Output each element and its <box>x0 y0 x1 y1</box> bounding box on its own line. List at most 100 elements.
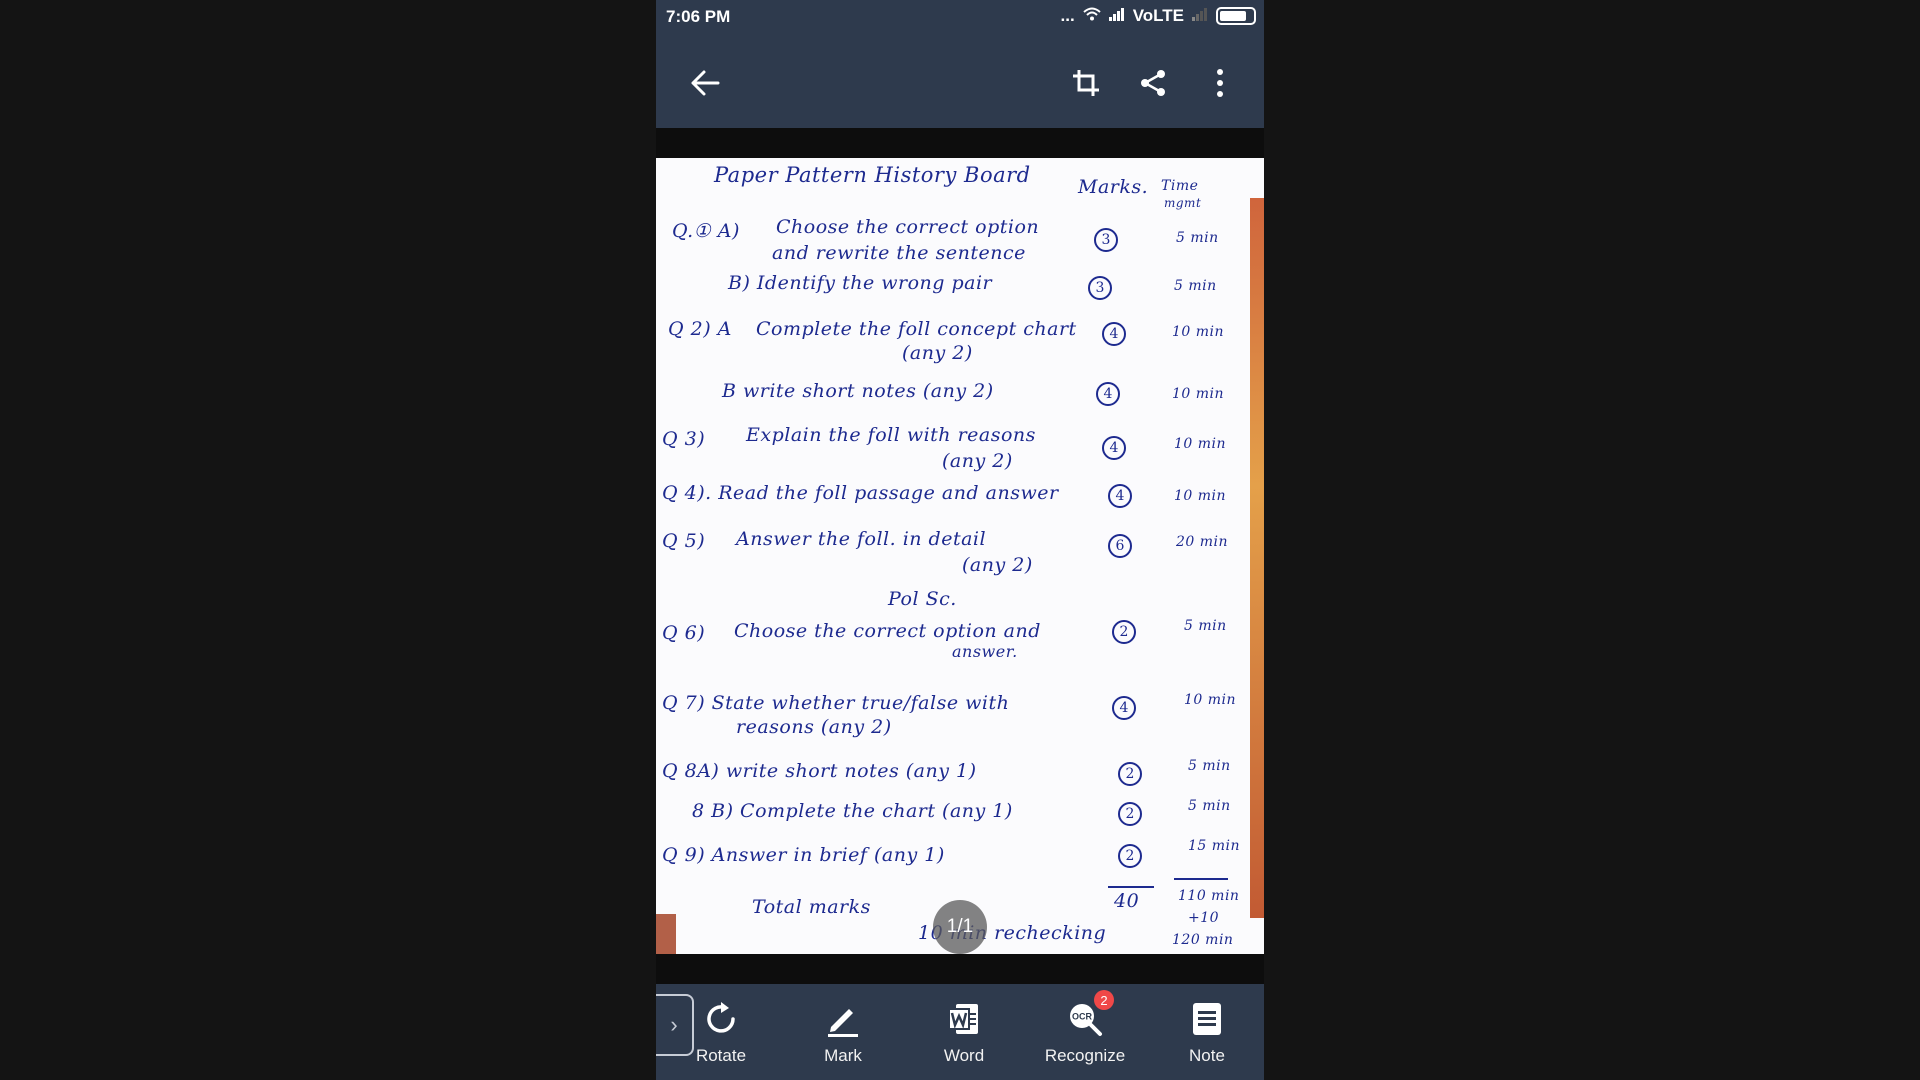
crop-icon <box>1073 70 1099 96</box>
q7-time: 10 min <box>1184 692 1237 708</box>
rechecking-plus: +10 <box>1188 910 1220 926</box>
q7-line2: reasons (any 2) <box>736 716 892 738</box>
q5-line2: (any 2) <box>962 554 1033 576</box>
note-label: Note <box>1189 1046 1225 1065</box>
rotate-label: Rotate <box>695 1046 747 1065</box>
q2a-line2: (any 2) <box>902 342 973 364</box>
header-marks: Marks. <box>1078 176 1149 198</box>
wifi-icon <box>1083 6 1101 26</box>
pol-sc-heading: Pol Sc. <box>888 588 957 610</box>
q1a-line1: Choose the correct option <box>776 216 1040 238</box>
total-time-value: 110 min <box>1178 888 1240 904</box>
mark-button[interactable]: Mark <box>798 998 888 1078</box>
q9-marks: 2 <box>1118 844 1142 868</box>
q9-time: 15 min <box>1188 838 1241 854</box>
q5-line1: Answer the foll. in detail <box>736 528 987 550</box>
word-doc-icon <box>948 1004 978 1034</box>
rotate-button[interactable]: Rotate <box>676 998 766 1078</box>
q5-number: Q 5) <box>662 530 706 552</box>
q1a-line2: and rewrite the sentence <box>772 242 1026 264</box>
total-marks-value: 40 <box>1114 890 1140 912</box>
handwritten-title: Paper Pattern History Board <box>714 163 1031 187</box>
svg-text:OCR: OCR <box>1072 1012 1093 1022</box>
arrow-left-icon <box>691 70 720 96</box>
page-indicator: 1/1 <box>933 900 987 954</box>
q9-line: Q 9) Answer in brief (any 1) <box>662 844 945 866</box>
viewer-background-bottom <box>656 954 1264 984</box>
status-icons: ... VoLTE <box>1061 6 1256 26</box>
q6-number: Q 6) <box>662 622 706 644</box>
more-options-button[interactable] <box>1197 60 1243 106</box>
q4-line: Q 4). Read the foll passage and answer <box>662 482 1059 504</box>
rotate-icon <box>707 1002 735 1033</box>
q8a-line: Q 8A) write short notes (any 1) <box>662 760 977 782</box>
q2a-number: Q 2) A <box>668 318 732 340</box>
signal-icon <box>1108 6 1125 26</box>
q7-marks: 4 <box>1112 696 1136 720</box>
q1a-time: 5 min <box>1176 230 1219 246</box>
q3-marks: 4 <box>1102 436 1126 460</box>
q8b-time: 5 min <box>1188 798 1231 814</box>
word-button[interactable]: Word <box>919 998 1009 1078</box>
q3-time: 10 min <box>1174 436 1227 452</box>
q3-line2: (any 2) <box>942 450 1013 472</box>
bottom-action-bar: › Rotate Mark Word OCR 2 Recognize Note <box>656 984 1264 1080</box>
status-bar: 7:06 PM ... VoLTE <box>656 0 1264 34</box>
q8b-line: 8 B) Complete the chart (any 1) <box>692 800 1013 822</box>
q8a-marks: 2 <box>1118 762 1142 786</box>
q1b-marks: 3 <box>1088 276 1112 300</box>
recognize-badge: 2 <box>1094 990 1114 1010</box>
total-marks-label: Total marks <box>752 896 871 918</box>
q1a-marks: 3 <box>1094 228 1118 252</box>
share-button[interactable] <box>1130 60 1176 106</box>
document-image: Paper Pattern History Board Marks. Time … <box>656 158 1264 954</box>
q1b-line: B) Identify the wrong pair <box>728 272 993 294</box>
header-time: Time <box>1161 178 1199 194</box>
recognize-label: Recognize <box>1044 1046 1126 1065</box>
signal-weak-icon <box>1192 6 1208 26</box>
q2b-line: B write short notes (any 2) <box>722 380 994 402</box>
viewer-background-top <box>656 128 1264 158</box>
q6-line2: answer. <box>952 642 1018 661</box>
q2a-time: 10 min <box>1172 324 1225 340</box>
share-icon <box>1141 70 1165 96</box>
more-vertical-icon <box>1217 69 1223 97</box>
q2a-marks: 4 <box>1102 322 1126 346</box>
q1a-number: Q.① A) <box>672 220 740 242</box>
q3-number: Q 3) <box>662 428 706 450</box>
q1b-time: 5 min <box>1174 278 1217 294</box>
grand-total-time: 120 min <box>1172 932 1234 948</box>
q3-line1: Explain the foll with reasons <box>746 424 1036 446</box>
q8a-time: 5 min <box>1188 758 1231 774</box>
battery-icon <box>1216 7 1256 25</box>
time-total-rule <box>1174 878 1228 880</box>
q6-marks: 2 <box>1112 620 1136 644</box>
q2b-time: 10 min <box>1172 386 1225 402</box>
top-toolbar <box>656 34 1264 128</box>
q6-line1: Choose the correct option and <box>734 620 1041 642</box>
crop-button[interactable] <box>1063 60 1109 106</box>
q8b-marks: 2 <box>1118 802 1142 826</box>
overflow-dots: ... <box>1060 6 1075 25</box>
q5-marks: 6 <box>1108 534 1132 558</box>
back-button[interactable] <box>682 60 728 106</box>
pen-icon <box>828 1009 858 1037</box>
note-icon <box>1193 1003 1221 1035</box>
marks-total-rule <box>1108 886 1154 888</box>
status-time: 7:06 PM <box>666 7 731 26</box>
q2a-line1: Complete the foll concept chart <box>756 318 1077 340</box>
q2b-marks: 4 <box>1096 382 1120 406</box>
paper-edge-decoration <box>1250 198 1264 918</box>
q5-time: 20 min <box>1176 534 1229 550</box>
q4-marks: 4 <box>1108 484 1132 508</box>
note-button[interactable]: Note <box>1162 998 1252 1078</box>
q7-line1: Q 7) State whether true/false with <box>662 692 1010 714</box>
word-label: Word <box>943 1046 985 1065</box>
mark-label: Mark <box>824 1046 862 1065</box>
header-mgmt: mgmt <box>1164 196 1202 210</box>
phone-screen: 7:06 PM ... VoLTE Paper Pattern History … <box>656 0 1264 1080</box>
q4-time: 10 min <box>1174 488 1227 504</box>
recognize-button[interactable]: OCR 2 Recognize <box>1040 990 1130 1078</box>
paper-edge-decoration <box>656 914 676 954</box>
q6-time: 5 min <box>1184 618 1227 634</box>
